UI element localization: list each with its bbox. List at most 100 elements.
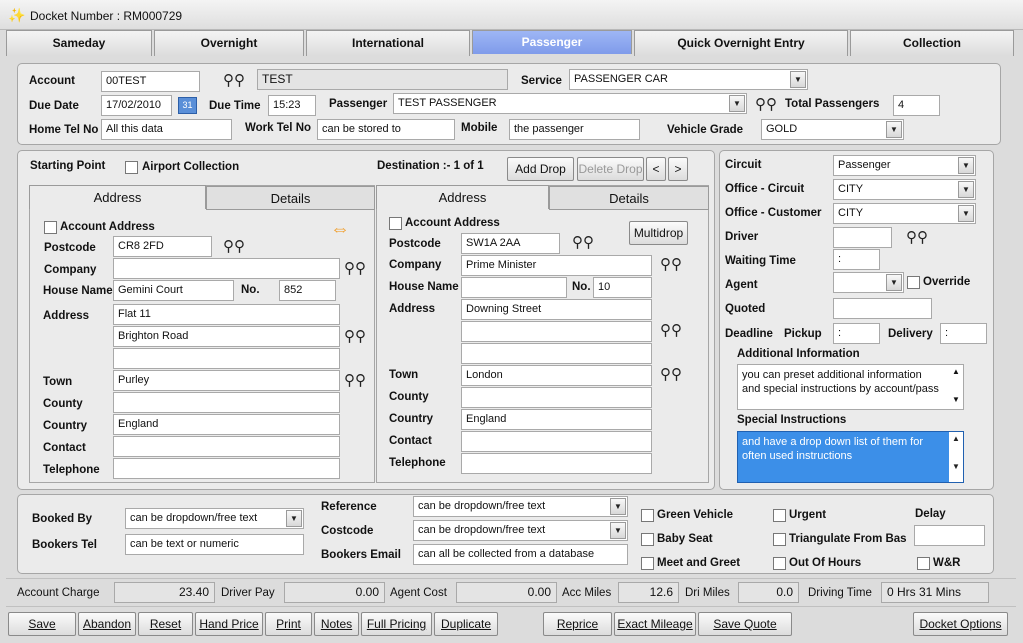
print-button[interactable]: Print: [265, 612, 312, 636]
start-town-input[interactable]: Purley: [113, 370, 340, 391]
binoculars-icon[interactable]: ⚲⚲: [344, 372, 366, 390]
circuit-select[interactable]: Passenger ▼: [833, 155, 976, 176]
full-pricing-button[interactable]: Full Pricing: [361, 612, 432, 636]
chevron-down-icon[interactable]: ▼: [610, 522, 626, 539]
dest-county-input[interactable]: [461, 387, 652, 408]
dest-no-input[interactable]: 10: [593, 277, 652, 298]
start-address-line3[interactable]: [113, 348, 340, 369]
mobile-input[interactable]: the passenger: [509, 119, 640, 140]
airport-collection-checkbox[interactable]: [125, 161, 138, 174]
start-address-line2[interactable]: Brighton Road: [113, 326, 340, 347]
binoculars-icon[interactable]: ⚲⚲: [660, 256, 682, 274]
notes-button[interactable]: Notes: [314, 612, 359, 636]
tab-sameday[interactable]: Sameday: [6, 30, 152, 56]
reprice-button[interactable]: Reprice: [543, 612, 612, 636]
next-drop-button[interactable]: >: [668, 157, 688, 181]
booked-by-select[interactable]: can be dropdown/free text ▼: [125, 508, 304, 529]
scrollbar[interactable]: ▲ ▼: [949, 365, 963, 409]
abandon-button[interactable]: Abandon: [78, 612, 136, 636]
tab-collection[interactable]: Collection: [850, 30, 1014, 56]
due-date-input[interactable]: 17/02/2010: [101, 95, 172, 116]
chevron-down-icon[interactable]: ▼: [886, 121, 902, 138]
chevron-down-icon[interactable]: ▼: [886, 274, 902, 291]
multidrop-button[interactable]: Multidrop: [629, 221, 688, 245]
quoted-input[interactable]: [833, 298, 932, 319]
green-vehicle-checkbox[interactable]: [641, 509, 654, 522]
chevron-down-icon[interactable]: ▼: [729, 95, 745, 112]
reset-button[interactable]: Reset: [138, 612, 193, 636]
tab-international[interactable]: International: [306, 30, 470, 56]
waiting-time-input[interactable]: :: [833, 249, 880, 270]
agent-select[interactable]: ▼: [833, 272, 904, 293]
bookers-tel-input[interactable]: can be text or numeric: [125, 534, 304, 555]
start-account-address-checkbox[interactable]: [44, 221, 57, 234]
chevron-down-icon[interactable]: ▼: [790, 71, 806, 88]
dest-contact-input[interactable]: [461, 431, 652, 452]
reference-select[interactable]: can be dropdown/free text ▼: [413, 496, 628, 517]
additional-info-textarea[interactable]: you can preset additional information an…: [737, 364, 964, 410]
binoculars-icon[interactable]: ⚲⚲: [344, 260, 366, 278]
prev-drop-button[interactable]: <: [646, 157, 666, 181]
service-select[interactable]: PASSENGER CAR ▼: [569, 69, 808, 90]
dest-address-line3[interactable]: [461, 343, 652, 364]
dest-country-input[interactable]: England: [461, 409, 652, 430]
binoculars-icon[interactable]: ⚲⚲: [660, 366, 682, 384]
office-circuit-select[interactable]: CITY ▼: [833, 179, 976, 200]
work-tel-input[interactable]: can be stored to: [317, 119, 455, 140]
start-telephone-input[interactable]: [113, 458, 340, 479]
due-time-input[interactable]: 15:23: [268, 95, 316, 116]
hand-price-button[interactable]: Hand Price: [195, 612, 263, 636]
delivery-input[interactable]: :: [940, 323, 987, 344]
save-quote-button[interactable]: Save Quote: [698, 612, 792, 636]
passenger-select[interactable]: TEST PASSENGER ▼: [393, 93, 747, 114]
start-county-input[interactable]: [113, 392, 340, 413]
dest-postcode-input[interactable]: SW1A 2AA: [461, 233, 560, 254]
binoculars-icon[interactable]: ⚲⚲: [755, 96, 777, 114]
binoculars-icon[interactable]: ⚲⚲: [223, 72, 245, 90]
dest-company-input[interactable]: Prime Minister: [461, 255, 652, 276]
start-company-input[interactable]: [113, 258, 340, 279]
wr-checkbox[interactable]: [917, 557, 930, 570]
costcode-select[interactable]: can be dropdown/free text ▼: [413, 520, 628, 541]
meet-and-greet-checkbox[interactable]: [641, 557, 654, 570]
delay-input[interactable]: [914, 525, 985, 546]
dest-details-tab[interactable]: Details: [549, 186, 709, 210]
tab-passenger[interactable]: Passenger: [472, 30, 632, 54]
triangulate-checkbox[interactable]: [773, 533, 786, 546]
start-details-tab[interactable]: Details: [206, 186, 375, 210]
office-customer-select[interactable]: CITY ▼: [833, 203, 976, 224]
duplicate-button[interactable]: Duplicate: [434, 612, 498, 636]
dest-telephone-input[interactable]: [461, 453, 652, 474]
start-address-tab[interactable]: Address: [29, 185, 206, 209]
dest-address-line1[interactable]: Downing Street: [461, 299, 652, 320]
start-no-input[interactable]: 852: [279, 280, 336, 301]
add-drop-button[interactable]: Add Drop: [507, 157, 574, 181]
binoculars-icon[interactable]: ⚲⚲: [660, 322, 682, 340]
total-passengers-input[interactable]: 4: [893, 95, 940, 116]
save-button[interactable]: Save: [8, 612, 76, 636]
out-of-hours-checkbox[interactable]: [773, 557, 786, 570]
urgent-checkbox[interactable]: [773, 509, 786, 522]
scrollbar[interactable]: ▲ ▼: [949, 432, 963, 482]
binoculars-icon[interactable]: ⚲⚲: [572, 234, 594, 252]
start-country-input[interactable]: England: [113, 414, 340, 435]
tab-overnight[interactable]: Overnight: [154, 30, 304, 56]
binoculars-icon[interactable]: ⚲⚲: [906, 229, 928, 247]
account-input[interactable]: 00TEST: [101, 71, 200, 92]
driver-input[interactable]: [833, 227, 892, 248]
dest-house-name-input[interactable]: [461, 277, 567, 298]
binoculars-icon[interactable]: ⚲⚲: [344, 328, 366, 346]
bookers-email-input[interactable]: can all be collected from a database: [413, 544, 628, 565]
special-instructions-textarea[interactable]: and have a drop down list of them for of…: [737, 431, 964, 483]
dest-account-address-checkbox[interactable]: [389, 217, 402, 230]
docket-options-button[interactable]: Docket Options: [913, 612, 1008, 636]
override-checkbox[interactable]: [907, 276, 920, 289]
vehicle-grade-select[interactable]: GOLD ▼: [761, 119, 904, 140]
chevron-down-icon[interactable]: ▼: [958, 205, 974, 222]
binoculars-icon[interactable]: ⚲⚲: [223, 238, 245, 256]
pickup-input[interactable]: :: [833, 323, 880, 344]
chevron-down-icon[interactable]: ▼: [958, 157, 974, 174]
start-postcode-input[interactable]: CR8 2FD: [113, 236, 212, 257]
chevron-down-icon[interactable]: ▼: [286, 510, 302, 527]
chevron-down-icon[interactable]: ▼: [958, 181, 974, 198]
